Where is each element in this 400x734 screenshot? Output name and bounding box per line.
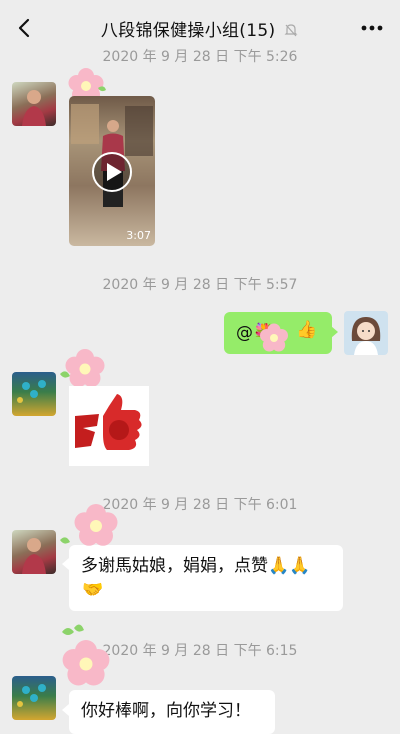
flower-icon bbox=[260, 323, 288, 352]
bubble-tail bbox=[331, 326, 338, 338]
video-message[interactable]: 3:07 bbox=[69, 96, 155, 246]
more-dots-icon[interactable] bbox=[358, 16, 386, 40]
sticker-message[interactable] bbox=[69, 386, 149, 466]
bubble-tail bbox=[62, 558, 69, 570]
bubble-tail bbox=[62, 704, 69, 716]
play-icon[interactable] bbox=[91, 151, 133, 193]
avatar-grandma[interactable] bbox=[12, 530, 56, 574]
praise-message-text: 你好棒啊，向你学习！ bbox=[81, 701, 251, 721]
praise-message-bubble[interactable]: 你好棒啊，向你学习！ bbox=[69, 690, 275, 734]
thumbs-up-sticker-icon bbox=[75, 394, 142, 450]
thanks-message-text: 多谢馬姑娘，娟娟，点赞🙏🙏 bbox=[81, 556, 311, 576]
chat-title: 八段锦保健操小组(15) bbox=[0, 16, 400, 41]
handshake-icon: 🤝 bbox=[82, 580, 104, 600]
flower-icon bbox=[60, 504, 118, 546]
video-duration: 3:07 bbox=[126, 229, 151, 242]
timestamp: 2020 年 9 月 28 日 下午 5:26 bbox=[102, 49, 298, 65]
flower-icon bbox=[62, 624, 110, 686]
bell-muted-icon bbox=[284, 24, 298, 37]
avatar-grandma[interactable] bbox=[12, 82, 56, 126]
avatar-peacock[interactable] bbox=[12, 676, 56, 720]
thanks-message-bubble[interactable]: 多谢馬姑娘，娟娟，点赞🙏🙏 bbox=[69, 545, 343, 611]
thumbs-up-icon: 👍 bbox=[296, 320, 318, 340]
avatar-me[interactable] bbox=[344, 311, 388, 355]
avatar-peacock[interactable] bbox=[12, 372, 56, 416]
timestamp: 2020 年 9 月 28 日 下午 5:57 bbox=[102, 277, 298, 293]
chat-title-text: 八段锦保健操小组(15) bbox=[100, 21, 276, 41]
